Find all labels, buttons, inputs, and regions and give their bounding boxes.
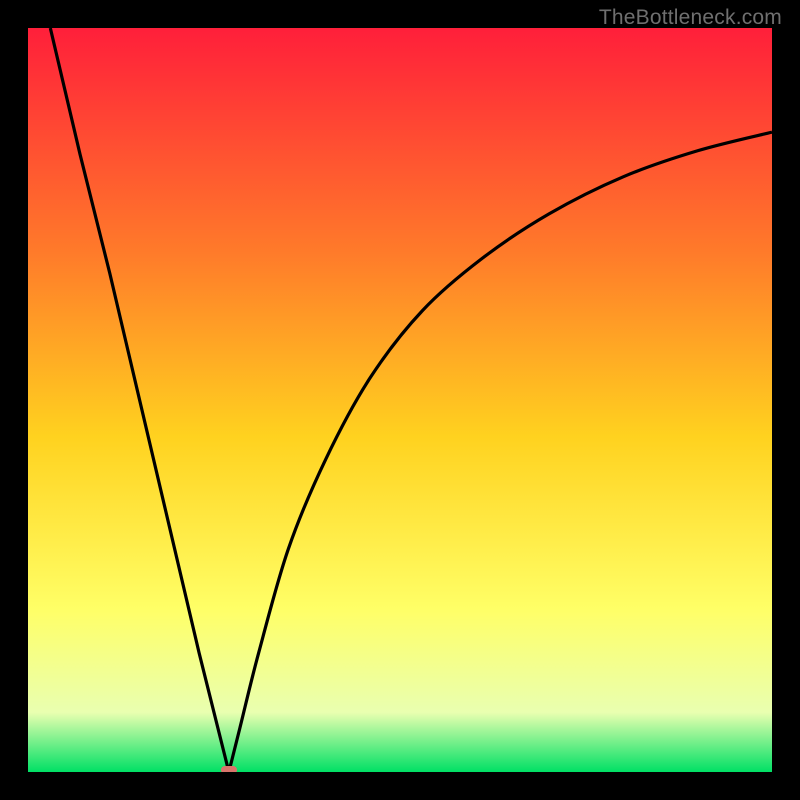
bottleneck-curve — [28, 28, 772, 772]
chart-frame: TheBottleneck.com — [0, 0, 800, 800]
plot-area — [28, 28, 772, 772]
watermark-text: TheBottleneck.com — [599, 6, 782, 30]
minimum-marker — [221, 766, 237, 772]
